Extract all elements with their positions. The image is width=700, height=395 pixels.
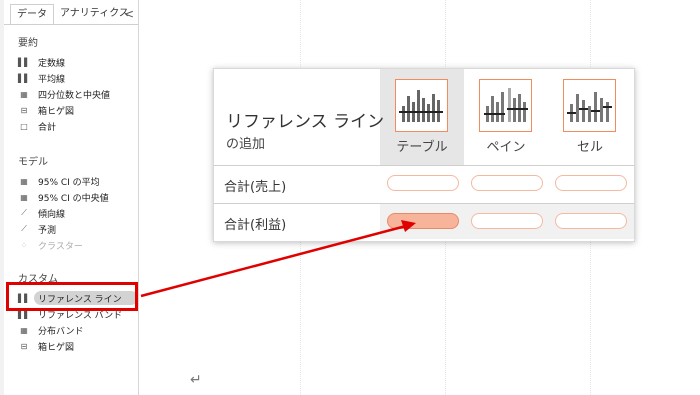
annotation-arrow [140, 220, 416, 298]
